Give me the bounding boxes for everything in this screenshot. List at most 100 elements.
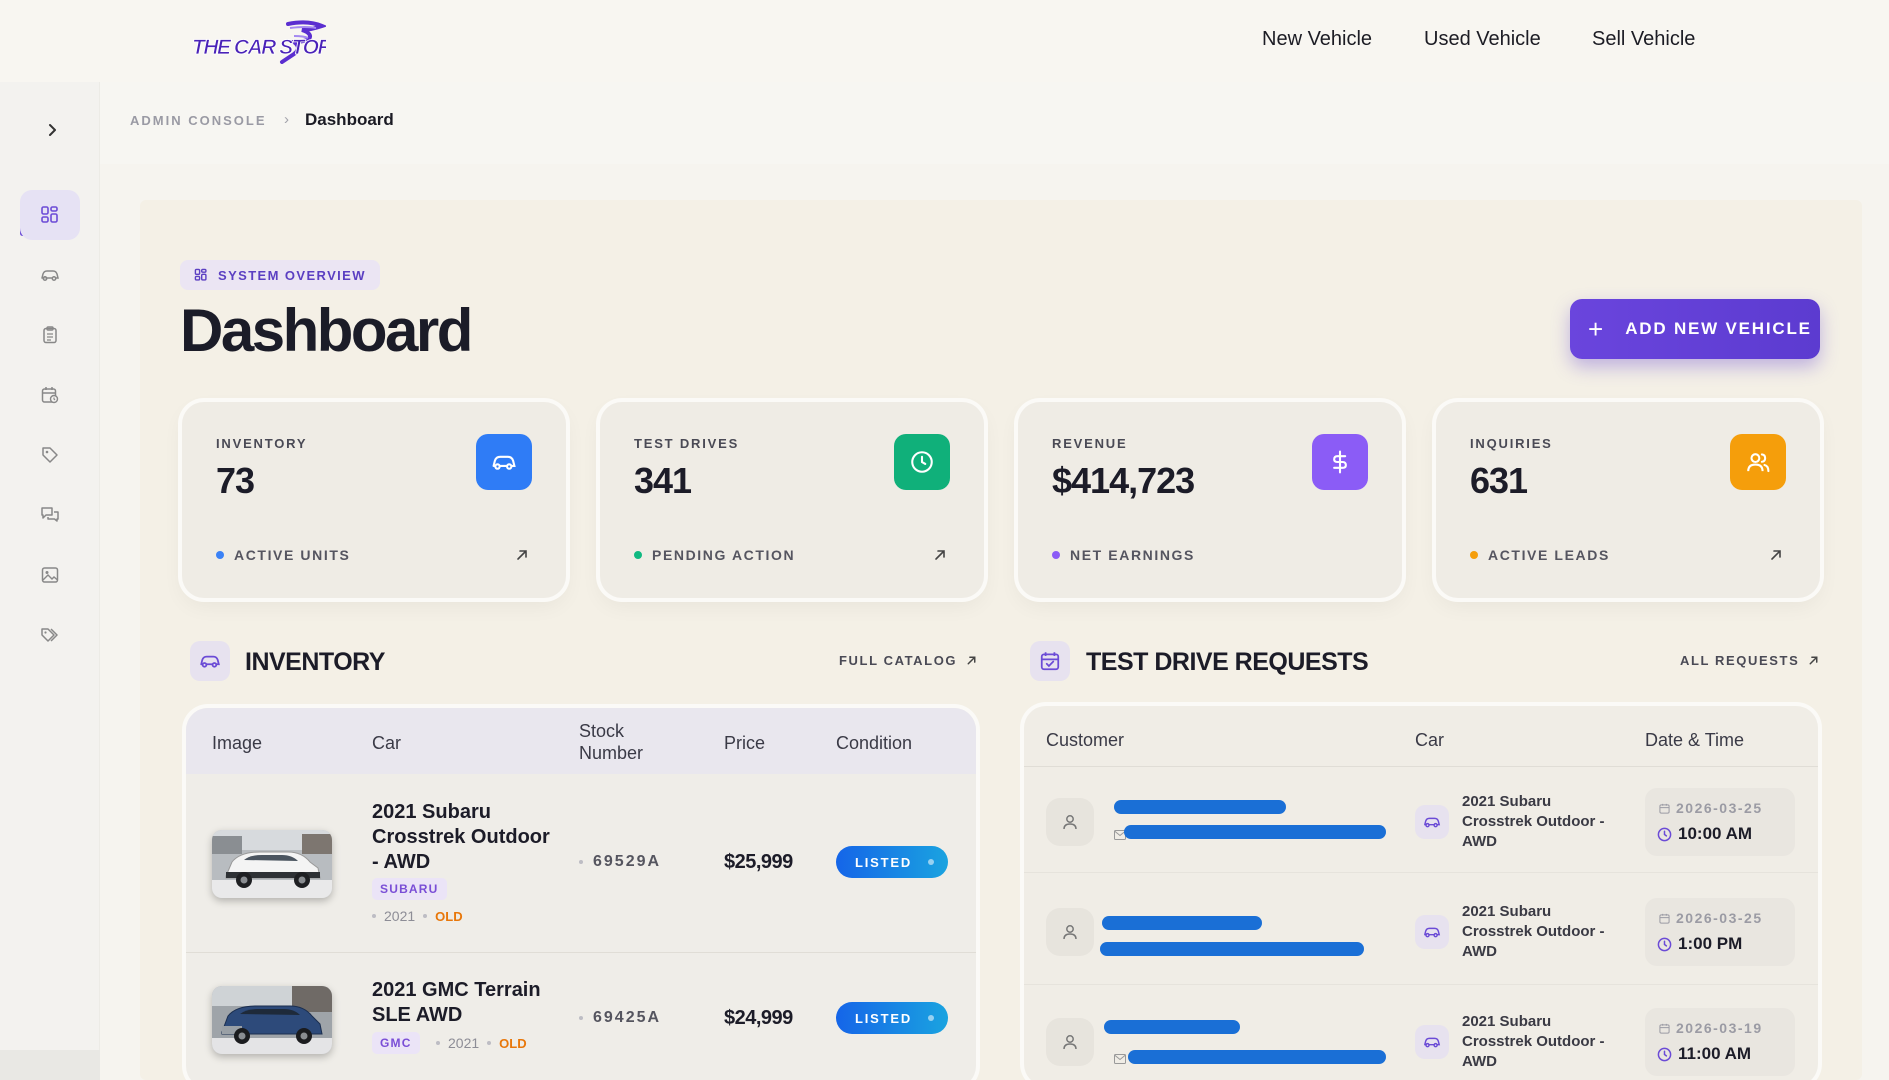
sidebar-item-messages[interactable]	[20, 490, 80, 540]
car-icon	[41, 270, 59, 281]
test-drive-section-title: TEST DRIVE REQUESTS	[1086, 648, 1369, 676]
sidebar-item-reports[interactable]	[20, 310, 80, 360]
column-header-date-time[interactable]: Date & Time	[1645, 730, 1744, 751]
request-time-value: 10:00 AM	[1678, 824, 1753, 843]
column-header-condition[interactable]: Condition	[836, 732, 912, 754]
car-name[interactable]: 2021 GMC Terrain SLE AWD	[372, 978, 552, 1028]
column-header-car[interactable]: Car	[1415, 730, 1444, 751]
stat-label: INQUIRIES	[1470, 436, 1553, 451]
mail-icon	[1114, 1054, 1126, 1064]
add-new-vehicle-button[interactable]: + ADD NEW VEHICLE	[1570, 299, 1820, 359]
nav-new-vehicle[interactable]: New Vehicle	[1262, 28, 1372, 51]
sidebar-item-offers[interactable]	[20, 430, 80, 480]
stat-footer-label: PENDING ACTION	[652, 547, 796, 563]
price: $24,999	[724, 1007, 793, 1029]
nav-sell-vehicle[interactable]: Sell Vehicle	[1592, 28, 1695, 51]
car-icon	[476, 434, 532, 490]
chat-icon	[41, 507, 59, 522]
status-dot	[216, 551, 224, 559]
all-requests-label: ALL REQUESTS	[1680, 653, 1800, 668]
chevron-right-icon[interactable]	[40, 118, 64, 142]
status-badge[interactable]: LISTED	[836, 846, 948, 878]
arrow-up-right-icon[interactable]	[932, 547, 948, 563]
sidebar-item-schedule[interactable]	[20, 370, 80, 420]
status-dot	[928, 859, 935, 865]
header-divider	[1024, 766, 1818, 767]
breadcrumb-separator: ›	[284, 111, 289, 128]
stat-card-test-drives[interactable]: TEST DRIVES 341 PENDING ACTION	[600, 402, 984, 598]
nav-used-vehicle[interactable]: Used Vehicle	[1424, 28, 1541, 51]
request-date: 2026-03-25	[1659, 800, 1763, 816]
users-icon	[1730, 434, 1786, 490]
sidebar-item-promotions[interactable]	[20, 610, 80, 660]
date-time-box: 2026-03-25 10:00 AM	[1645, 788, 1795, 856]
breadcrumb-current: Dashboard	[305, 110, 394, 129]
all-requests-link[interactable]: ALL REQUESTS	[1680, 653, 1820, 668]
stock-number: 69425A	[579, 1009, 661, 1027]
separator-dot	[487, 1041, 492, 1045]
date-time-box: 2026-03-19 11:00 AM	[1645, 1008, 1795, 1076]
stat-footer-label: ACTIVE UNITS	[234, 547, 351, 563]
car-meta: 2021 OLD	[436, 1035, 527, 1051]
car-thumbnail[interactable]	[212, 830, 332, 898]
logo-graphic: THE CAR STORM	[192, 20, 351, 64]
sidebar-item-dashboard[interactable]	[20, 190, 80, 240]
stat-footer: PENDING ACTION	[634, 547, 795, 563]
status-dot	[1470, 551, 1478, 559]
add-new-vehicle-label: ADD NEW VEHICLE	[1625, 319, 1812, 338]
calendar-icon	[1659, 913, 1670, 924]
condition-tag: OLD	[435, 908, 463, 924]
arrow-up-right-icon	[1809, 656, 1818, 665]
separator-dot	[423, 914, 428, 918]
grid-icon	[41, 206, 58, 223]
arrow-up-right-icon[interactable]	[1768, 547, 1784, 563]
date-time-box: 2026-03-25 1:00 PM	[1645, 898, 1795, 966]
redacted-customer-email	[1128, 1050, 1386, 1064]
stat-footer: ACTIVE UNITS	[216, 547, 350, 563]
stat-label: REVENUE	[1052, 436, 1128, 451]
clock-icon	[894, 434, 950, 490]
row-divider	[1024, 984, 1818, 985]
clipboard-icon	[43, 326, 57, 344]
separator-dot	[579, 860, 583, 864]
dollar-icon	[1312, 434, 1368, 490]
car-icon	[1415, 805, 1449, 839]
row-divider	[1024, 872, 1818, 873]
user-icon	[1046, 1018, 1094, 1066]
test-drive-car: 2021 Subaru Crosstrek Outdoor - AWD	[1462, 1013, 1605, 1070]
car-icon	[1415, 915, 1449, 949]
column-header-customer[interactable]: Customer	[1046, 730, 1124, 751]
top-navbar: THE CAR STORM New Vehicle Used Vehicle S…	[0, 0, 1889, 82]
full-catalog-link[interactable]: FULL CATALOG	[839, 653, 978, 668]
column-header-stock-number[interactable]: Stock Number	[579, 720, 669, 764]
sidebar-footer	[0, 1050, 100, 1080]
car-name[interactable]: 2021 Subaru Crosstrek Outdoor - AWD	[372, 800, 552, 875]
breadcrumb-root[interactable]: ADMIN CONSOLE	[130, 113, 267, 128]
plus-icon: +	[1588, 314, 1604, 344]
site-logo[interactable]: THE CAR STORM	[190, 18, 351, 64]
request-date-value: 2026-03-19	[1676, 1020, 1763, 1036]
stat-card-inquiries[interactable]: INQUIRIES 631 ACTIVE LEADS	[1436, 402, 1820, 598]
column-header-car[interactable]: Car	[372, 732, 401, 754]
car-thumbnail[interactable]	[212, 986, 332, 1054]
arrow-up-right-icon	[967, 656, 976, 665]
stat-card-inventory[interactable]: INVENTORY 73 ACTIVE UNITS	[182, 402, 566, 598]
stat-label: INVENTORY	[216, 436, 308, 451]
redacted-customer-email	[1124, 825, 1386, 839]
column-header-price[interactable]: Price	[724, 732, 765, 754]
arrow-up-right-icon[interactable]	[514, 547, 530, 563]
stat-card-revenue[interactable]: REVENUE $414,723 NET EARNINGS	[1018, 402, 1402, 598]
request-date-value: 2026-03-25	[1676, 910, 1763, 926]
request-date: 2026-03-19	[1659, 1020, 1763, 1036]
sidebar-item-media[interactable]	[20, 550, 80, 600]
status-dot	[928, 1015, 935, 1021]
system-overview-label: SYSTEM OVERVIEW	[218, 267, 366, 283]
test-drive-car: 2021 Subaru Crosstrek Outdoor - AWD	[1462, 793, 1605, 850]
request-time: 11:00 AM	[1657, 1044, 1751, 1064]
sidebar-item-vehicles[interactable]	[20, 250, 80, 300]
status-badge[interactable]: LISTED	[836, 1002, 948, 1034]
separator-dot	[579, 1016, 583, 1020]
column-header-image[interactable]: Image	[212, 732, 262, 754]
request-time: 1:00 PM	[1657, 934, 1742, 954]
stat-label: TEST DRIVES	[634, 436, 740, 451]
